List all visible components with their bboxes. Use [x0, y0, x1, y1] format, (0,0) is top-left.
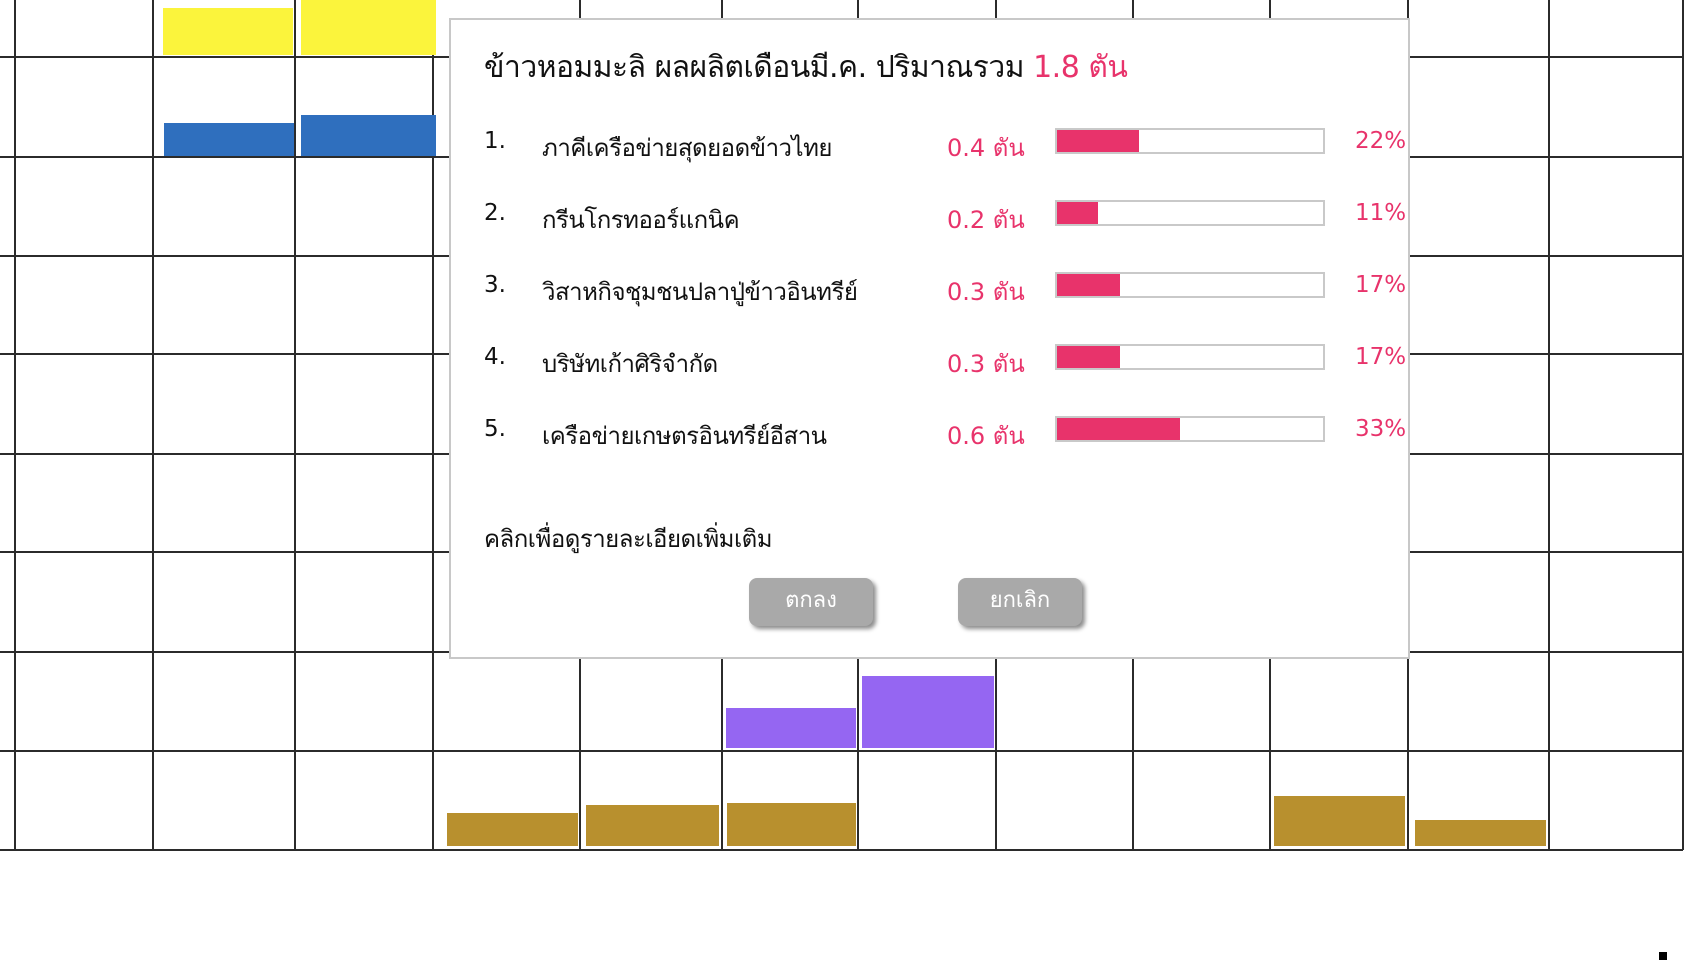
producer-rank: 4.: [484, 344, 506, 370]
more-details-link[interactable]: คลิกเพื่อดูรายละเอียดเพิ่มเติม: [484, 519, 773, 558]
dialog-title: ข้าวหอมมะลิ ผลผลิตเดือนมี.ค. ปริมาณรวม 1…: [484, 44, 1128, 91]
share-bar: [1055, 200, 1325, 226]
share-percent: 22%: [1355, 128, 1407, 154]
production-summary-dialog: ข้าวหอมมะลิ ผลผลิตเดือนมี.ค. ปริมาณรวม 1…: [449, 18, 1410, 659]
producer-row[interactable]: 4. บริษัทเก้าศิริจำกัด 0.3 ตัน 17%: [451, 338, 1408, 378]
share-bar-fill: [1057, 130, 1139, 152]
producer-rank: 1.: [484, 128, 506, 154]
producer-name: ภาคีเครือข่ายสุดยอดข้าวไทย: [542, 134, 832, 162]
grid-block-blue: [301, 115, 436, 156]
dialog-title-total: 1.8 ตัน: [1033, 50, 1128, 85]
text-cursor: [1659, 952, 1667, 960]
producer-quantity: 0.4 ตัน: [947, 134, 1025, 162]
grid-block-gold: [1274, 796, 1405, 846]
share-bar: [1055, 416, 1325, 442]
producer-name: เครือข่ายเกษตรอินทรีย์อีสาน: [542, 422, 827, 450]
grid-block-gold: [727, 803, 856, 846]
producer-row[interactable]: 3. วิสาหกิจชุมชนปลาปู่ข้าวอินทรีย์ 0.3 ต…: [451, 266, 1408, 306]
producer-row[interactable]: 1. ภาคีเครือข่ายสุดยอดข้าวไทย 0.4 ตัน 22…: [451, 122, 1408, 162]
share-bar-fill: [1057, 274, 1121, 296]
grid-block-gold: [1415, 820, 1546, 846]
grid-block-gold: [586, 805, 719, 846]
ok-button[interactable]: ตกลง: [749, 578, 873, 626]
grid-block-blue: [164, 123, 294, 156]
producer-name: กรีนโกรทออร์แกนิค: [542, 206, 740, 234]
producer-name: บริษัทเก้าศิริจำกัด: [542, 350, 718, 378]
producer-rank: 5.: [484, 416, 506, 442]
producer-name: วิสาหกิจชุมชนปลาปู่ข้าวอินทรีย์: [542, 278, 858, 306]
producer-quantity: 0.3 ตัน: [947, 278, 1025, 306]
share-percent: 17%: [1355, 344, 1407, 370]
share-bar: [1055, 272, 1325, 298]
share-percent: 33%: [1355, 416, 1407, 442]
grid-block-gold: [447, 813, 578, 846]
share-bar-fill: [1057, 418, 1180, 440]
producer-quantity: 0.6 ตัน: [947, 422, 1025, 450]
share-percent: 17%: [1355, 272, 1407, 298]
share-bar-fill: [1057, 346, 1121, 368]
share-bar-fill: [1057, 202, 1098, 224]
dialog-title-text: ข้าวหอมมะลิ ผลผลิตเดือนมี.ค. ปริมาณรวม: [484, 50, 1025, 85]
cancel-button[interactable]: ยกเลิก: [958, 578, 1082, 626]
producer-row[interactable]: 2. กรีนโกรทออร์แกนิค 0.2 ตัน 11%: [451, 194, 1408, 234]
producer-rank: 2.: [484, 200, 506, 226]
producer-rank: 3.: [484, 272, 506, 298]
producer-quantity: 0.2 ตัน: [947, 206, 1025, 234]
share-percent: 11%: [1355, 200, 1407, 226]
grid-block-yellow: [163, 8, 293, 55]
share-bar: [1055, 344, 1325, 370]
producer-quantity: 0.3 ตัน: [947, 350, 1025, 378]
producer-row[interactable]: 5. เครือข่ายเกษตรอินทรีย์อีสาน 0.6 ตัน 3…: [451, 410, 1408, 450]
grid-block-yellow: [301, 0, 436, 55]
share-bar: [1055, 128, 1325, 154]
grid-block-purple: [726, 708, 856, 748]
grid-block-purple: [862, 676, 994, 748]
